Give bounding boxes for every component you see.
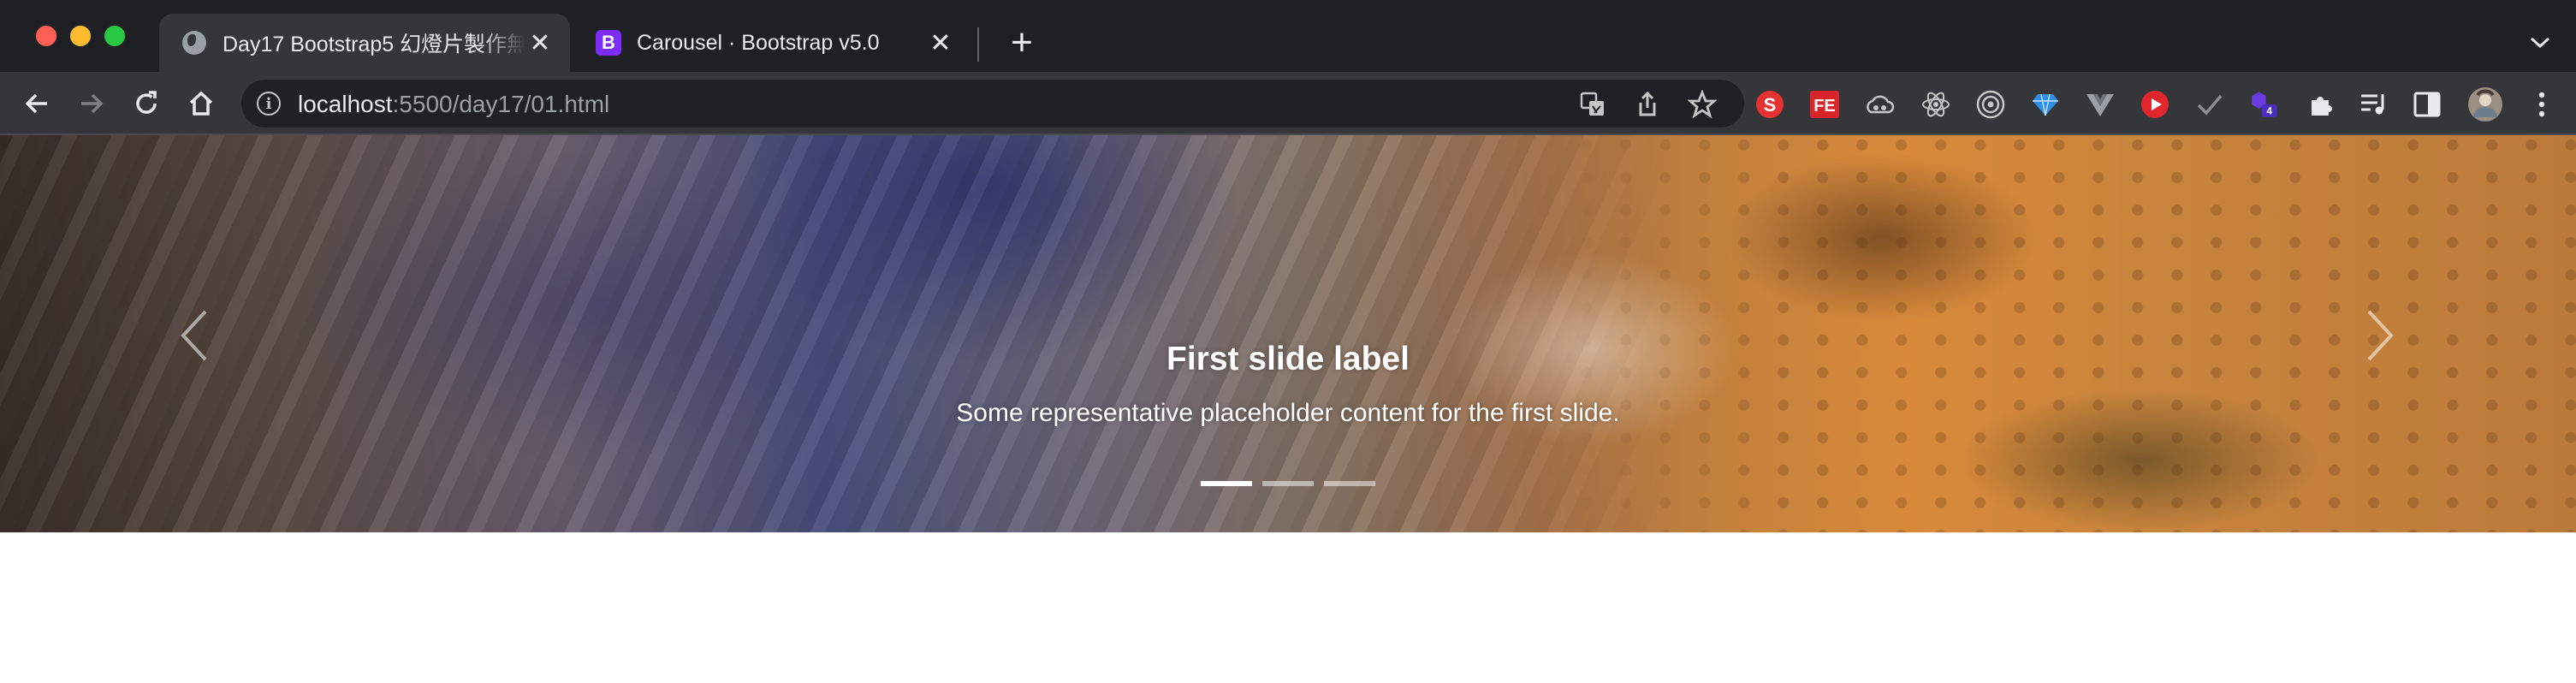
translate-icon[interactable] [1578,90,1607,119]
puzzle-extensions-icon[interactable] [2306,89,2336,120]
carousel: First slide label Some representative pl… [0,135,2576,532]
react-devtools-icon[interactable] [1920,89,1951,120]
address-bar[interactable]: i localhost:5500/day17/01.html [241,80,1744,128]
home-button[interactable] [181,84,221,123]
close-window-button[interactable] [36,26,56,46]
extension-cloud-icon[interactable] [1864,89,1895,120]
carousel-indicator-1[interactable] [1201,481,1252,486]
reading-list-icon[interactable] [2359,89,2389,120]
svg-text:FE: FE [1813,97,1836,116]
carousel-indicator-3[interactable] [1324,481,1375,486]
chevron-down-icon[interactable] [2523,26,2557,60]
avatar[interactable] [2466,86,2504,123]
back-button[interactable] [17,84,56,123]
arrow-right-icon [81,93,104,114]
carousel-indicators [0,481,2576,486]
svg-text:S: S [1764,94,1777,116]
maximize-window-button[interactable] [104,26,125,46]
close-icon[interactable]: ✕ [525,28,555,57]
tab-strip: Day17 Bootstrap5 幻燈片製作無 ✕ B Carousel · B… [0,0,2576,72]
close-icon[interactable]: ✕ [926,28,955,57]
more-menu-icon[interactable] [2526,89,2557,120]
globe-icon [181,30,207,56]
checkmark-icon[interactable] [2194,89,2225,120]
minimize-window-button[interactable] [70,26,91,46]
extension-play-icon[interactable] [2140,89,2170,120]
share-icon[interactable] [1633,90,1662,119]
reload-button[interactable] [127,84,166,123]
extension-target-icon[interactable] [1975,89,2006,120]
tab-day17[interactable]: Day17 Bootstrap5 幻燈片製作無 ✕ [159,14,570,72]
side-panel-icon[interactable] [2412,89,2442,120]
slide-caption-text: Some representative placeholder content … [956,399,1620,427]
extension-s-icon[interactable]: S [1754,89,1785,120]
extension-fe-icon[interactable]: FE [1809,89,1840,120]
url-text[interactable]: localhost:5500/day17/01.html [298,91,609,118]
bookmark-star-icon[interactable] [1688,90,1717,119]
extension-badge-icon[interactable]: 4 [2249,89,2280,120]
browser-toolbar: i localhost:5500/day17/01.html [0,72,2576,135]
bootstrap-icon: B [596,30,621,56]
info-icon[interactable]: i [257,92,281,116]
vue-devtools-icon[interactable] [2085,89,2116,120]
page-content-area [0,532,2576,683]
home-icon [189,91,213,116]
tab-separator [977,27,979,62]
tab-carousel-bootstrap[interactable]: B Carousel · Bootstrap v5.0 ✕ [573,14,970,72]
slide-caption-title: First slide label [1166,341,1410,377]
forward-button[interactable] [72,84,111,123]
svg-text:4: 4 [2266,104,2272,116]
new-tab-button[interactable]: + [998,21,1046,65]
reload-icon [136,91,157,114]
tab-title: Carousel · Bootstrap v5.0 [637,30,880,55]
carousel-indicator-2[interactable] [1262,481,1314,486]
tab-title: Day17 Bootstrap5 幻燈片製作無 [223,33,525,56]
arrow-left-icon [25,93,47,114]
extension-gem-icon[interactable] [2030,89,2061,120]
